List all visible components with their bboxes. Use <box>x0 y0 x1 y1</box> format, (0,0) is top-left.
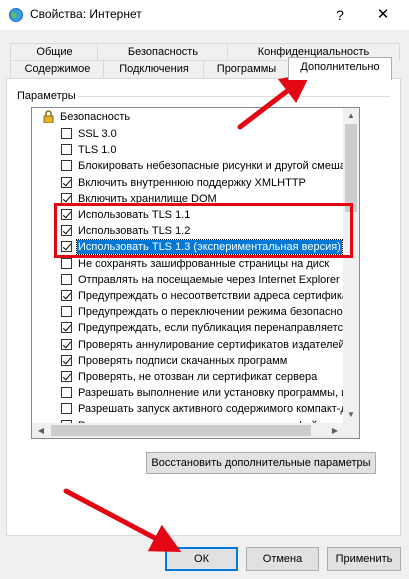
annotation-arrows <box>63 72 311 553</box>
tab-advanced[interactable]: Дополнительно <box>288 57 392 80</box>
arrow-to-ok-button <box>63 488 182 553</box>
arrow-to-advanced-tab <box>237 72 311 130</box>
